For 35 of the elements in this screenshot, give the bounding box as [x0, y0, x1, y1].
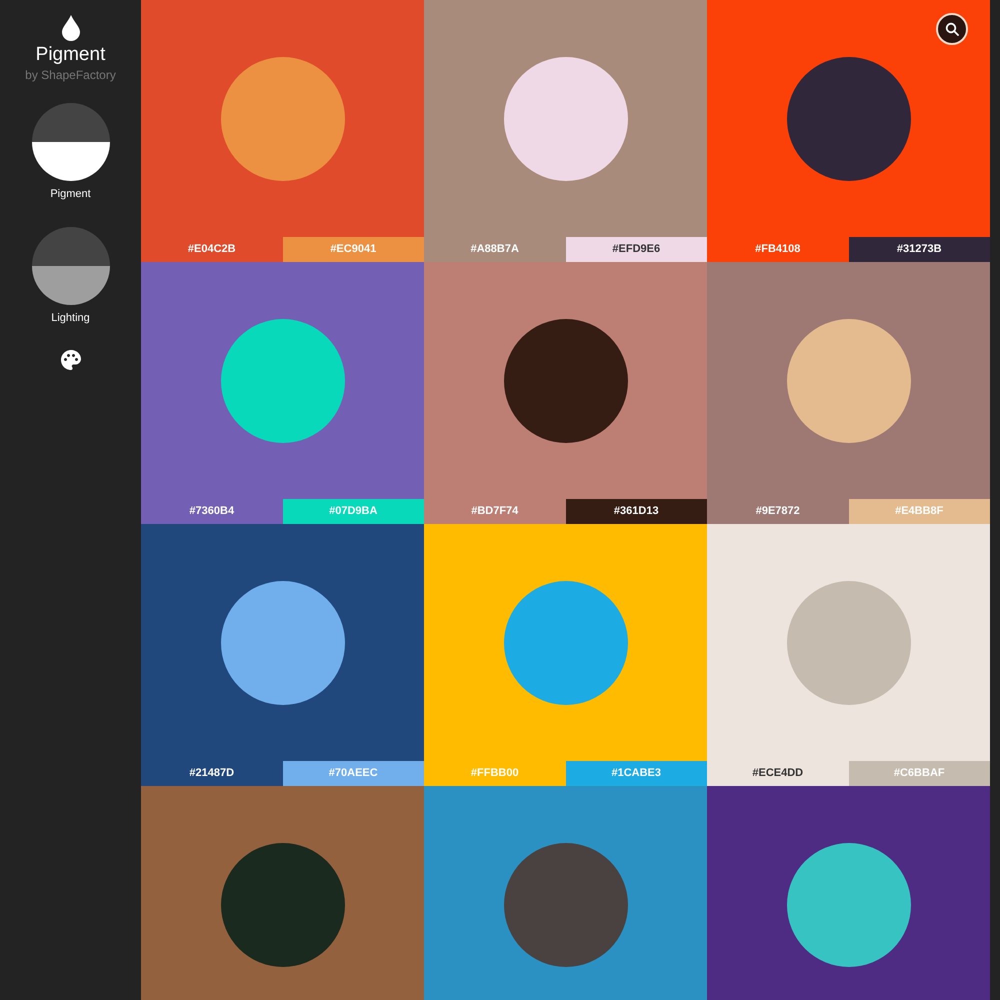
color-code-label[interactable]: #21487D [141, 761, 282, 786]
color-code-label[interactable]: #EFD9E6 [566, 237, 707, 262]
color-code-label[interactable]: #1CABE3 [566, 761, 707, 786]
half-circle-icon [32, 226, 110, 304]
color-swatch[interactable] [141, 0, 424, 237]
color-code-label[interactable]: #EC9041 [282, 237, 424, 262]
color-swatch[interactable] [707, 0, 990, 237]
color-swatch[interactable] [707, 262, 990, 499]
color-code-label[interactable]: #BD7F74 [424, 499, 566, 524]
mode-button[interactable]: Lighting [32, 226, 110, 326]
drop-icon [62, 15, 80, 41]
color-swatch[interactable] [707, 786, 990, 1000]
color-swatch[interactable] [141, 786, 424, 1000]
color-swatch[interactable] [141, 524, 424, 761]
color-code-label[interactable]: #31273B [848, 237, 990, 262]
color-code-label[interactable]: #ECE4DD [707, 761, 848, 786]
mode-button[interactable]: Pigment [32, 103, 110, 202]
color-swatch[interactable] [424, 0, 707, 237]
color-code-label[interactable]: #361D13 [566, 499, 707, 524]
color-code-label[interactable]: #9E7872 [707, 499, 848, 524]
color-code-label[interactable]: #FB4108 [707, 237, 848, 262]
color-swatch[interactable] [424, 262, 707, 499]
color-swatch[interactable] [141, 262, 424, 499]
palette-icon[interactable] [58, 348, 82, 372]
color-swatch[interactable] [424, 786, 707, 1000]
app-title: Pigment [36, 43, 106, 67]
search-icon [945, 22, 959, 36]
color-code-label[interactable]: #7360B4 [141, 499, 282, 524]
color-code-label[interactable]: #A88B7A [424, 237, 566, 262]
half-circle-icon [32, 103, 110, 181]
color-swatch[interactable] [424, 524, 707, 761]
color-code-label[interactable]: #E04C2B [141, 237, 282, 262]
color-swatch[interactable] [707, 524, 990, 761]
color-code-label[interactable]: #70AEEC [282, 761, 424, 786]
app-subtitle: by ShapeFactory [25, 67, 116, 83]
